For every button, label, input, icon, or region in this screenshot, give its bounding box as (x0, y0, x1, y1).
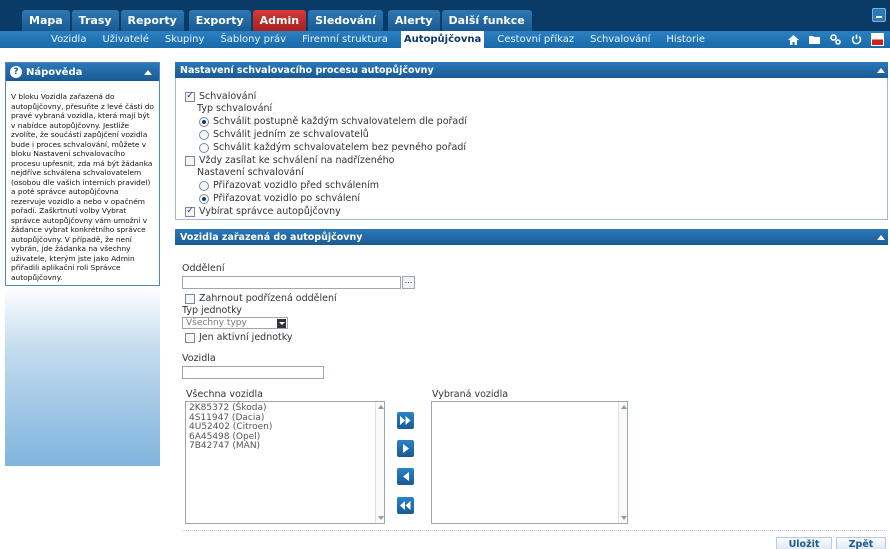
settings-icon[interactable] (829, 33, 842, 46)
chevron-right-icon (402, 444, 409, 453)
collapse-icon[interactable] (144, 69, 152, 75)
vehicles-panel-header: Vozidla zařazená do autopůjčovny (175, 229, 888, 245)
department-label: Oddělení (182, 263, 225, 274)
move-all-left-button[interactable] (397, 497, 414, 514)
back-button[interactable]: Zpět (836, 537, 886, 549)
approval-type-label: Typ schvalování (197, 103, 273, 114)
checkbox-icon[interactable]: ✓ (185, 91, 195, 102)
include-sub-checkbox[interactable]: Zahrnout podřízená oddělení (185, 293, 337, 304)
subnav-historie[interactable]: Historie (663, 31, 708, 48)
sub-navigation: Vozidla Uživatelé Skupiny Šablony práv F… (0, 31, 890, 48)
tab-exporty[interactable]: Exporty (188, 10, 251, 31)
assign-before-option[interactable]: Přiřazovat vozidlo před schválením (199, 180, 379, 191)
double-chevron-right-icon (400, 416, 411, 425)
assign-after-option[interactable]: Přiřazovat vozidlo po schválení (199, 193, 360, 204)
collapse-icon[interactable] (877, 234, 885, 240)
checkbox-icon[interactable] (185, 155, 195, 166)
subnav-autopujcovna[interactable]: Autopůjčovna (400, 31, 485, 48)
tab-dalsi-funkce[interactable]: Další funkce (441, 10, 532, 31)
move-all-right-button[interactable] (397, 412, 414, 429)
unit-type-select[interactable]: Všechny typy (182, 317, 288, 329)
approval-type-option-2[interactable]: Schválit jedním ze schvalovatelů (199, 129, 369, 140)
help-text: V bloku Vozidla zařazená do autopůjčovny… (11, 92, 154, 282)
subnav-skupiny[interactable]: Skupiny (162, 31, 208, 48)
power-icon[interactable] (850, 33, 863, 46)
approval-settings-label: Nastavení schvalování (197, 167, 304, 178)
subnav-uzivatele[interactable]: Uživatelé (99, 31, 151, 48)
vehicles-panel-title: Vozidla zařazená do autopůjčovny (180, 231, 363, 243)
move-right-button[interactable] (397, 440, 414, 457)
subnav-cestovni-prikaz[interactable]: Cestovní příkaz (494, 31, 577, 48)
approval-checkbox[interactable]: ✓ Schvalování (185, 91, 256, 102)
radio-icon[interactable] (199, 116, 209, 127)
help-panel: ? Nápověda V bloku Vozidla zařazená do a… (5, 62, 160, 286)
save-button[interactable]: Uložit (776, 537, 832, 549)
selected-vehicles-label: Vybraná vozidla (432, 389, 509, 400)
all-vehicles-list[interactable]: 2K85372 (Škoda) 4S11947 (Dacia) 4U52402 … (185, 401, 385, 524)
vehicles-filter-label: Vozidla (182, 353, 216, 364)
radio-icon[interactable] (199, 129, 209, 140)
list-item[interactable]: 7B42747 (MAN) (189, 441, 381, 452)
subnav-firemni-struktura[interactable]: Firemní struktura (299, 31, 391, 48)
app-window: Mapa Trasy Reporty Exporty Admin Sledová… (0, 0, 890, 549)
checkbox-icon[interactable] (185, 332, 195, 343)
checkbox-icon[interactable] (185, 293, 195, 304)
department-input[interactable] (182, 276, 401, 289)
vehicles-filter-input[interactable] (182, 366, 324, 379)
subnav-schvalovani[interactable]: Schvalování (587, 31, 653, 48)
approval-type-option-1[interactable]: Schválit postupně každým schvalovatelem … (199, 116, 467, 127)
help-panel-header: ? Nápověda (6, 63, 159, 81)
superior-checkbox[interactable]: Vždy zasílat ke schválení na nadřízeného (185, 155, 394, 166)
manager-checkbox[interactable]: ✓ Vybírat správce autopůjčovny (185, 206, 341, 217)
help-title: Nápověda (26, 66, 83, 78)
tab-admin[interactable]: Admin (252, 10, 307, 31)
main-tabs: Mapa Trasy Reporty Exporty Admin Sledová… (22, 10, 532, 31)
double-chevron-left-icon (400, 501, 411, 510)
minimize-button[interactable] (872, 8, 886, 22)
chevron-left-icon (402, 472, 409, 481)
scrollbar[interactable] (375, 402, 384, 523)
scrollbar[interactable] (618, 402, 627, 523)
radio-icon[interactable] (199, 180, 209, 191)
subnav-vozidla[interactable]: Vozidla (48, 31, 89, 48)
folder-icon[interactable] (808, 33, 821, 46)
approval-panel-title: Nastavení schvalovacího procesu autopůjč… (180, 64, 434, 76)
department-browse-button[interactable]: ... (402, 276, 415, 289)
tab-alerty[interactable]: Alerty (387, 10, 440, 31)
all-vehicles-label: Všechna vozidla (186, 389, 263, 400)
approval-panel-header: Nastavení schvalovacího procesu autopůjč… (175, 62, 888, 78)
footer-divider (182, 530, 885, 531)
tab-reporty[interactable]: Reporty (120, 10, 184, 31)
radio-icon[interactable] (199, 193, 209, 204)
unit-type-label: Typ jednotky (182, 305, 242, 316)
selected-vehicles-list[interactable] (431, 401, 628, 524)
move-left-button[interactable] (397, 468, 414, 485)
chevron-down-icon[interactable] (277, 319, 286, 328)
tab-sledovani[interactable]: Sledování (308, 10, 383, 31)
toolbar-icons (787, 33, 884, 46)
subnav-sablony-prav[interactable]: Šablony práv (217, 31, 289, 48)
top-navigation: Mapa Trasy Reporty Exporty Admin Sledová… (0, 0, 890, 31)
tab-mapa[interactable]: Mapa (22, 10, 70, 31)
flag-cz-icon[interactable] (871, 33, 884, 46)
checkbox-icon[interactable]: ✓ (185, 206, 195, 217)
home-icon[interactable] (787, 33, 800, 46)
approval-type-option-3[interactable]: Schválit každým schvalovatelem bez pevné… (199, 142, 466, 153)
collapse-icon[interactable] (877, 67, 885, 73)
help-icon: ? (10, 66, 22, 78)
tab-trasy[interactable]: Trasy (71, 10, 119, 31)
active-only-checkbox[interactable]: Jen aktivní jednotky (185, 332, 293, 343)
radio-icon[interactable] (199, 142, 209, 153)
sidebar-background (5, 286, 160, 466)
